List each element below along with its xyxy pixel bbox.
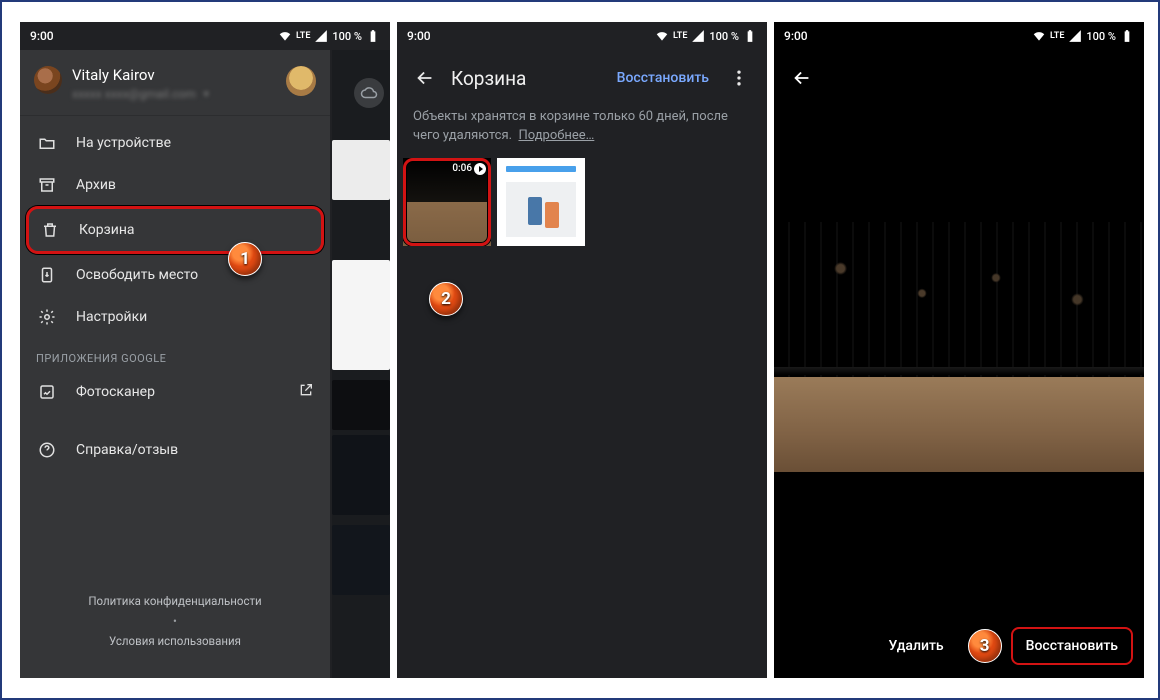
status-time: 9:00 xyxy=(784,29,808,43)
trash-item-image[interactable] xyxy=(497,158,585,246)
battery-icon xyxy=(743,29,757,43)
menu-settings[interactable]: Настройки xyxy=(20,296,330,338)
step-badge-3: 3 xyxy=(968,629,1002,663)
battery-label: 100 % xyxy=(332,30,362,43)
account-avatar-small[interactable] xyxy=(34,66,62,94)
page-title: Корзина xyxy=(447,67,609,90)
wifi-icon xyxy=(278,29,292,43)
navigation-drawer: Vitaly Kairov xxxxx xxxx@gmail.com▼ На у… xyxy=(20,50,330,678)
trash-icon xyxy=(39,219,61,241)
back-button[interactable] xyxy=(403,56,447,100)
section-google-apps: ПРИЛОЖЕНИЯ GOOGLE xyxy=(20,338,330,371)
photoscan-icon xyxy=(36,381,58,403)
battery-icon xyxy=(366,29,380,43)
status-time: 9:00 xyxy=(407,29,431,43)
status-bar: 9:00 LTE 100 % xyxy=(774,22,1144,50)
menu-free-space[interactable]: Освободить место xyxy=(20,254,330,296)
restore-all-action[interactable]: Восстановить xyxy=(609,70,717,86)
chevron-down-icon: ▼ xyxy=(202,89,211,100)
menu-trash[interactable]: Корзина xyxy=(26,206,324,254)
screen-drawer: 9:00 LTE 100 % Vitaly Kairov xyxy=(20,22,390,678)
step-badge-2: 2 xyxy=(429,282,463,316)
trash-info: Объекты хранятся в корзине только 60 дне… xyxy=(397,106,767,156)
screen-trash: 9:00 LTE 100 % Корзина Восстановить Объе… xyxy=(397,22,767,678)
menu-help[interactable]: Справка/отзыв xyxy=(20,429,330,471)
signal-icon xyxy=(1068,29,1082,43)
back-button[interactable] xyxy=(780,56,824,100)
cloud-backup-icon xyxy=(354,78,384,108)
archive-icon xyxy=(36,174,58,196)
battery-icon xyxy=(1120,29,1134,43)
menu-archive[interactable]: Архив xyxy=(20,164,330,206)
wifi-icon xyxy=(1032,29,1046,43)
learn-more-link[interactable]: Подробнее… xyxy=(518,128,594,143)
status-bar: 9:00 LTE 100 % xyxy=(20,22,390,50)
folder-icon xyxy=(36,132,58,154)
account-name: Vitaly Kairov xyxy=(72,66,211,84)
media-preview[interactable] xyxy=(774,222,1144,472)
status-time: 9:00 xyxy=(30,29,54,43)
network-label: LTE xyxy=(673,31,687,41)
wifi-icon xyxy=(655,29,669,43)
privacy-link[interactable]: Политика конфиденциальности xyxy=(20,594,330,608)
restore-button[interactable]: Восстановить xyxy=(1012,628,1132,664)
signal-icon xyxy=(314,29,328,43)
app-bar: Корзина Восстановить xyxy=(397,50,767,106)
profile-photo[interactable] xyxy=(286,66,316,96)
trash-item-video[interactable]: 0:06 xyxy=(403,158,491,246)
step-badge-1: 1 xyxy=(228,242,262,276)
battery-label: 100 % xyxy=(1086,30,1116,43)
account-email[interactable]: xxxxx xxxx@gmail.com▼ xyxy=(72,87,211,101)
play-icon xyxy=(474,163,486,175)
menu-photoscanner[interactable]: Фотосканер xyxy=(20,371,330,413)
free-space-icon xyxy=(36,264,58,286)
help-icon xyxy=(36,439,58,461)
menu-on-device[interactable]: На устройстве xyxy=(20,122,330,164)
battery-label: 100 % xyxy=(709,30,739,43)
network-label: LTE xyxy=(296,31,310,41)
delete-button[interactable]: Удалить xyxy=(874,628,957,664)
screen-viewer: 9:00 LTE 100 % Удалить 3 Восстановить xyxy=(774,22,1144,678)
overflow-menu-icon[interactable] xyxy=(717,56,761,100)
signal-icon xyxy=(691,29,705,43)
network-label: LTE xyxy=(1050,31,1064,41)
external-link-icon xyxy=(298,382,314,402)
video-duration-badge: 0:06 xyxy=(452,163,486,175)
status-bar: 9:00 LTE 100 % xyxy=(397,22,767,50)
gear-icon xyxy=(36,306,58,328)
terms-link[interactable]: Условия использования xyxy=(20,634,330,648)
